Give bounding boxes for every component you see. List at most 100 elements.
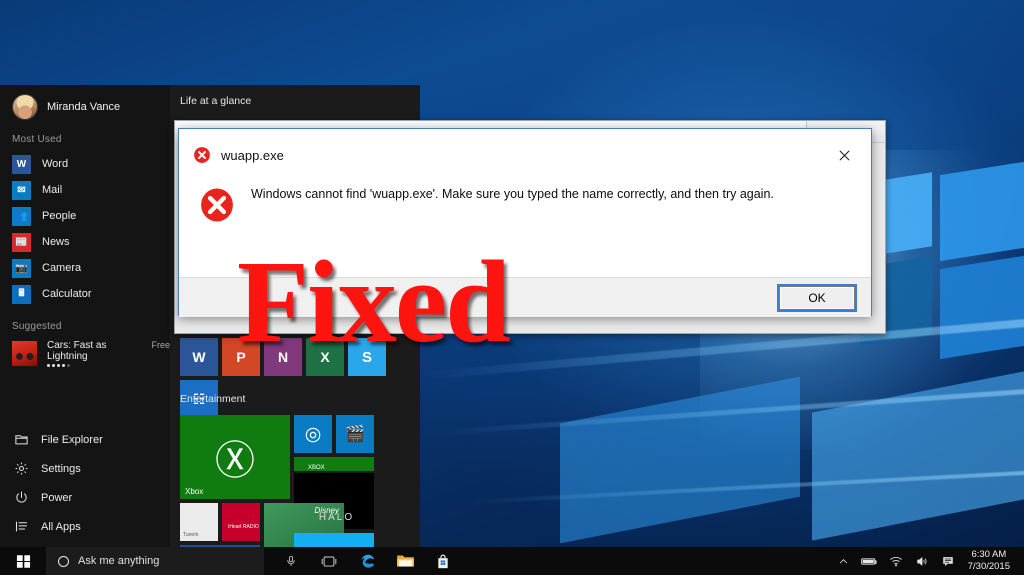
logo-pane-tr (940, 160, 1024, 262)
dialog-title: wuapp.exe (221, 147, 284, 163)
tile-excel[interactable]: X (306, 338, 344, 376)
word-tile-glyph: W (192, 349, 206, 365)
tile-label: iHeart RADIO (228, 524, 259, 530)
ok-button[interactable]: OK (777, 283, 857, 312)
sidebar-item-label: File Explorer (41, 433, 103, 446)
tile-groove-music[interactable]: ◎ (294, 415, 332, 453)
close-icon[interactable] (831, 142, 857, 168)
star-icon (52, 364, 55, 367)
most-used-item-word[interactable]: W Word (0, 151, 170, 177)
most-used-item-mail[interactable]: ✉ Mail (0, 177, 170, 203)
logo-pane-br (940, 254, 1024, 360)
wifi-icon[interactable] (884, 547, 908, 575)
sidebar-item-label: Settings (41, 462, 81, 475)
taskbar: Ask me anything 6:30 AM 7/30/2015 (0, 547, 1024, 575)
people-icon: 👥 (12, 206, 31, 226)
start-menu-bottom-items: File Explorer Settings Power All Apps (0, 425, 170, 541)
app-label: Word (42, 158, 69, 170)
dialog-message: Windows cannot find 'wuapp.exe'. Make su… (251, 187, 774, 201)
app-label: News (42, 236, 70, 248)
tile-xbox[interactable]: Ⓧ Xbox (180, 415, 290, 499)
suggested-app-item[interactable]: Cars: Fast as Lightning Free (0, 338, 170, 369)
tile-label: TuneIn (183, 532, 199, 538)
skype-tile-glyph: S (361, 348, 372, 366)
sidebar-item-all-apps[interactable]: All Apps (0, 512, 170, 541)
excel-tile-glyph: X (320, 349, 330, 365)
most-used-item-news[interactable]: 📰 News (0, 229, 170, 255)
tile-movies-tv[interactable]: 🎬 (336, 415, 374, 453)
app-label: People (42, 210, 77, 222)
cars-app-icon (12, 341, 37, 366)
task-view-icon[interactable] (312, 547, 346, 575)
most-used-item-calculator[interactable]: 🖩 Calculator (0, 281, 170, 307)
tile-flipboard[interactable]: ■ (294, 533, 374, 547)
app-label: Mail (42, 184, 63, 196)
movies-tv-tile-glyph: 🎬 (345, 426, 365, 443)
folder-icon[interactable] (388, 547, 422, 575)
error-dialog[interactable]: wuapp.exe Windows cannot find 'wuapp.exe… (178, 128, 872, 317)
system-tray: 6:30 AM 7/30/2015 (832, 547, 1024, 575)
windows-start-icon[interactable] (0, 547, 46, 575)
star-icon (62, 364, 65, 367)
rating-stars (47, 364, 170, 367)
clock-date: 7/30/2015 (967, 561, 1010, 572)
app-label: Camera (42, 262, 82, 274)
app-label: Calculator (42, 288, 92, 300)
tile-skype[interactable]: S (348, 338, 386, 376)
calculator-icon: 🖩 (12, 284, 31, 304)
user-account-row[interactable]: Miranda Vance (0, 85, 170, 120)
taskbar-clock[interactable]: 6:30 AM 7/30/2015 (962, 549, 1018, 573)
mail-icon: ✉ (12, 180, 31, 200)
suggested-header: Suggested (12, 321, 62, 332)
desktop-screen: Miranda Vance Most Used W Word ✉ Mail 👥 … (0, 0, 1024, 575)
star-icon (57, 364, 60, 367)
cortana-circle-icon (58, 555, 69, 567)
gear-icon (14, 461, 29, 476)
sidebar-item-label: All Apps (41, 520, 81, 533)
edge-icon[interactable] (350, 547, 384, 575)
sidebar-item-power[interactable]: Power (0, 483, 170, 512)
start-menu-left-column: Miranda Vance Most Used W Word ✉ Mail 👥 … (0, 85, 170, 547)
tile-iheartradio[interactable]: iHeart RADIO (222, 503, 260, 541)
groove-music-tile-glyph: ◎ (304, 423, 322, 445)
microphone-icon[interactable] (274, 547, 308, 575)
search-input[interactable]: Ask me anything (46, 547, 264, 575)
error-icon (193, 146, 211, 164)
search-placeholder: Ask me anything (78, 555, 160, 567)
dialog-titlebar[interactable]: wuapp.exe (179, 129, 871, 181)
avatar (12, 94, 38, 120)
taskbar-pinned-icons (264, 547, 460, 575)
speaker-icon[interactable] (910, 547, 934, 575)
star-icon (47, 364, 50, 367)
tile-label: Xbox (185, 487, 204, 496)
battery-icon[interactable] (858, 547, 882, 575)
suggested-app-price: Free (151, 340, 170, 350)
tile-label: XBOX (308, 465, 325, 471)
sidebar-item-settings[interactable]: Settings (0, 454, 170, 483)
news-icon: 📰 (12, 232, 31, 252)
tile-group-title-entertainment: Entertainment (180, 393, 246, 405)
notification-icon[interactable] (936, 547, 960, 575)
chevron-up-icon[interactable] (832, 547, 856, 575)
tile-xbox-banner[interactable]: XBOX (294, 457, 374, 471)
clock-time: 6:30 AM (971, 549, 1007, 561)
sidebar-item-file-explorer[interactable]: File Explorer (0, 425, 170, 454)
store-icon[interactable] (426, 547, 460, 575)
most-used-item-people[interactable]: 👥 People (0, 203, 170, 229)
tile-word[interactable]: W (180, 338, 218, 376)
word-icon: W (12, 154, 31, 174)
tile-powerpoint[interactable]: P (222, 338, 260, 376)
error-icon-large (199, 187, 235, 223)
camera-icon: 📷 (12, 258, 31, 278)
most-used-item-camera[interactable]: 📷 Camera (0, 255, 170, 281)
dialog-footer: OK (179, 277, 871, 317)
list-icon (14, 519, 29, 534)
logo-pane-lower-left (560, 376, 800, 544)
tile-label: Disney (314, 506, 339, 515)
tile-group-title-life: Life at a glance (180, 95, 252, 107)
folder-icon (14, 432, 29, 447)
tile-onenote[interactable]: N (264, 338, 302, 376)
powerpoint-tile-glyph: P (236, 349, 246, 365)
tile-tunein[interactable]: TuneIn (180, 503, 218, 541)
star-icon (67, 364, 70, 367)
